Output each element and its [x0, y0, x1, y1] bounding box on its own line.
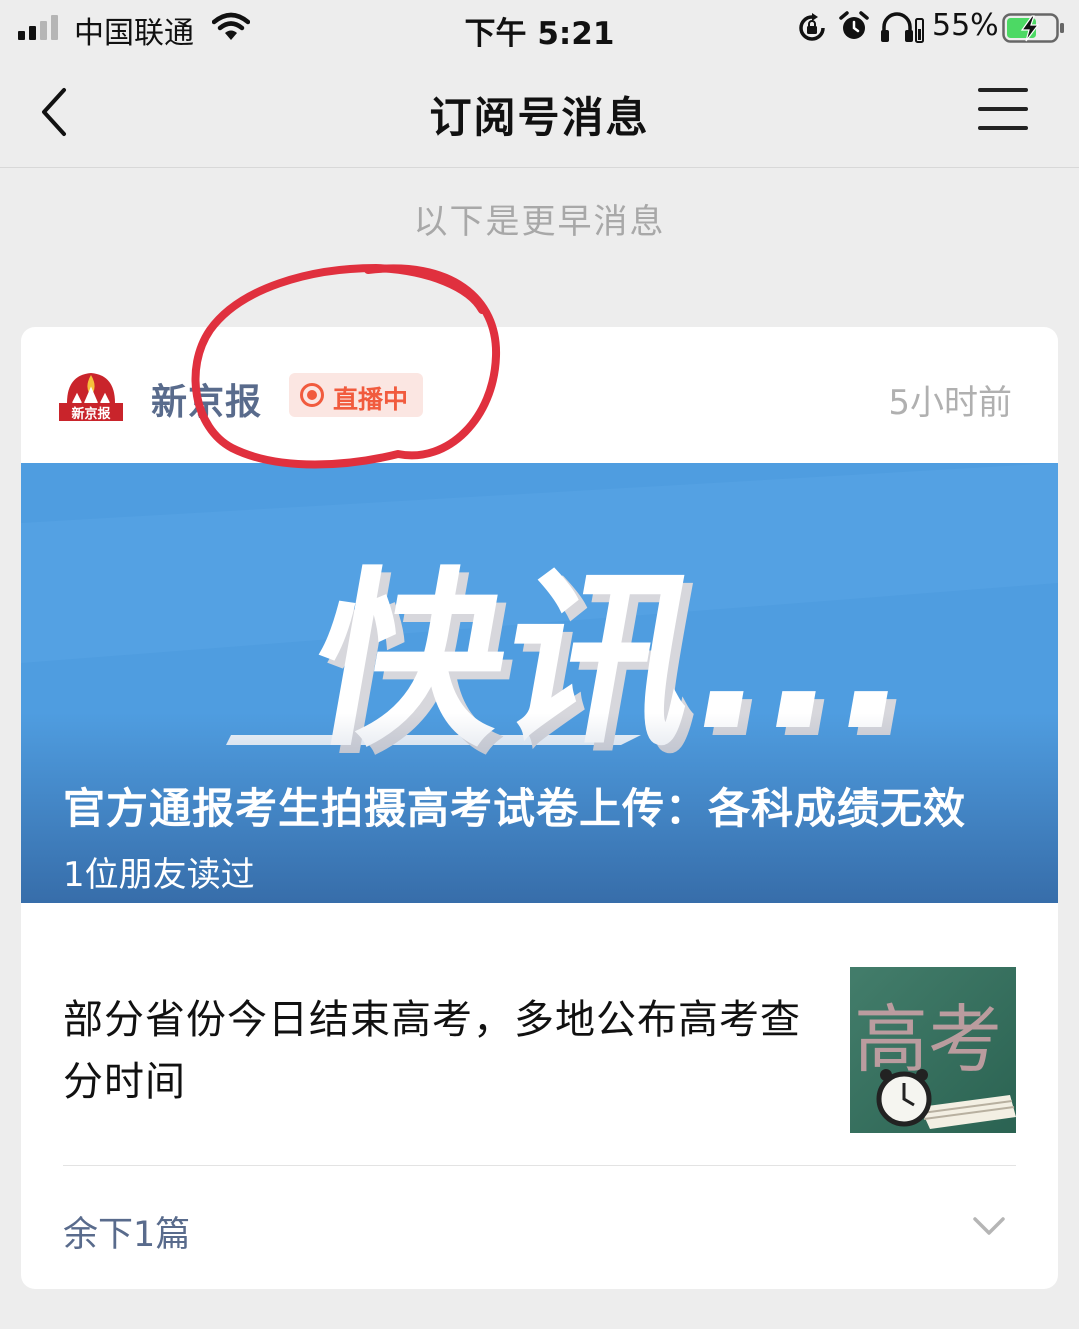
- article-title: 部分省份今日结束高考，多地公布高考查分时间: [63, 997, 801, 1105]
- alarm-icon: [839, 11, 869, 39]
- battery-percentage: 55%: [932, 8, 999, 43]
- cover-article[interactable]: 快讯... 快讯... 官方通报考生拍摄高考试卷上传：各科成绩无效 1位朋友读过: [21, 463, 1058, 903]
- live-record-icon: [300, 383, 324, 407]
- article-item[interactable]: 部分省份今日结束高考，多地公布高考查分时间 高考: [21, 903, 1058, 1165]
- account-avatar: 新京报: [59, 373, 123, 422]
- message-card: 新京报 新京报 直播中 5小时前 快讯... 快讯... 官方通报考生拍摄高考试…: [21, 327, 1058, 1289]
- cover-article-title: 官方通报考生拍摄高考试卷上传：各科成绩无效: [63, 784, 967, 833]
- friends-read-count: 1位朋友读过: [63, 855, 255, 895]
- rotation-lock-icon: [799, 13, 825, 41]
- chevron-down-icon: [973, 1217, 1005, 1235]
- page-title: 订阅号消息: [429, 93, 650, 142]
- article-thumbnail: 高考: [850, 967, 1016, 1133]
- live-badge-label: 直播中: [333, 385, 409, 414]
- earlier-messages-divider: 以下是更早消息: [413, 202, 666, 242]
- account-name[interactable]: 新京报: [151, 373, 262, 425]
- post-time: 5小时前: [888, 383, 1012, 423]
- account-header[interactable]: 新京报 新京报 直播中 5小时前: [21, 327, 1058, 463]
- headphones-icon: [881, 12, 924, 43]
- status-bar: 中国联通 下午 5:21 55%: [0, 0, 1079, 56]
- avatar-logo-text: 新京报: [71, 406, 111, 422]
- thumbnail-chalk-text: 高考: [854, 997, 1002, 1083]
- remaining-articles-row[interactable]: 余下1篇: [21, 1166, 1058, 1289]
- remaining-articles-label: 余下1篇: [63, 1215, 191, 1255]
- navigation-bar: 订阅号消息: [0, 56, 1079, 168]
- battery-charging-icon: [1002, 13, 1064, 43]
- live-badge[interactable]: 直播中: [289, 373, 423, 417]
- menu-button[interactable]: [978, 88, 1032, 132]
- subscription-messages-screen: 中国联通 下午 5:21 55% 订阅号消息 以下是更早消息 新京报 新京报 直…: [0, 0, 1079, 1329]
